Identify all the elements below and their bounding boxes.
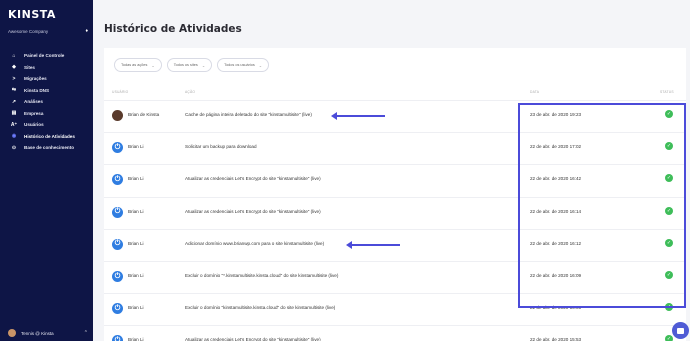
filters: Todas as ações ⌄ Todos os sites ⌄ Todos os u… [114,58,274,72]
brand[interactable]: KINSTA [8,8,56,21]
sidebar-item-dns[interactable]: ⇆ Kinsta DNS [0,85,93,97]
user-name: Tennis @ Kinsta [21,330,54,336]
action-text: Cache de página inteira deletado do site… [185,112,312,117]
power-icon: ⏻ [112,335,123,341]
user-name: Brian Li [128,208,144,214]
sidebar-item-activity[interactable]: ◉ Histórico de Atividades [0,131,93,143]
sidebar-item-label: Análises [24,99,43,105]
avatar [112,110,123,121]
sidebar-item-sites[interactable]: ◆ Sites [0,62,93,74]
action-text: Excluir o domínio "*.kinstamultisite.kin… [185,273,339,278]
kinsta-logo: KINSTA [8,8,56,21]
power-icon: ⏻ [112,271,123,282]
header-date: DATA [530,90,540,94]
caret-icon: ♦ [85,28,88,34]
power-icon: ⏻ [112,174,123,186]
date-text: 22 de abr. de 2020 15:53 [530,337,582,341]
sidebar-nav: ⌂ Painel de Controle ◆ Sites > Migrações ⇆ Kins… [0,50,93,154]
action-text: Excluir o domínio "kinstamultisite.kinst… [185,305,336,311]
chevron-down-icon: ⌄ [151,62,155,68]
user-name: Brian de Kinsta [128,112,160,117]
home-icon: ⌂ [12,52,16,59]
chevron-down-icon: ⌄ [201,62,206,68]
sidebar-item-label: Base de conhecimento [24,145,75,151]
sidebar-item-analytics[interactable]: ↗ Análises [0,96,93,108]
header-user: USUÁRIO [112,90,129,94]
chat-button[interactable] [672,322,689,339]
filter-dropdown[interactable]: Todos os usuários ⌄ [217,58,270,72]
user-name: Brian Li [128,144,144,150]
sidebar-item-label: Usuários [24,122,44,128]
power-icon: ⏻ [112,303,123,315]
user-name: Brian Li [128,305,144,311]
company-name: Awesome Company [8,28,49,34]
check-icon: ✓ [665,335,673,341]
filter-dropdown[interactable]: Todas as ações ⌄ [114,58,162,72]
arrow-left-icon [331,112,385,120]
user-name: Brian Li [128,176,144,182]
chat-icon [677,327,684,334]
sidebar-item-label: Empresa [24,110,44,116]
action-text: Atualizar as credenciais Let's Encrypt d… [185,337,321,341]
action-text: Solicitar um backup para download [185,144,257,150]
company-icon: ▤ [11,110,17,117]
company-switcher[interactable]: Awesome Company ♦ [8,28,88,34]
sidebar-item-users[interactable]: A⁺ Usuários [0,119,93,131]
header-status: STATUS [660,90,674,94]
sidebar-item-label: Kinsta DNS [24,87,50,93]
table-row[interactable]: ⏻ Brian Li Atualizar as credenciais Let's … [104,325,686,341]
sidebar-item-label: Histórico de Atividades [24,133,75,139]
sidebar-item-label: Migrações [24,76,47,82]
power-icon: ⏻ [112,238,123,250]
power-icon: ⏻ [112,206,123,218]
table-header: USUÁRIO AÇÃO DATA STATUS [104,90,686,98]
sidebar-item-knowledge[interactable]: ⊙ Base de conhecimento [0,142,93,154]
chevron-down-icon: ⌄ [258,62,263,68]
arrow-left-icon [346,240,400,249]
page-title: Histórico de Atividades [104,23,242,35]
dns-icon: ⇆ [11,87,17,94]
header-action: AÇÃO [185,90,196,94]
user-name: Brian Li [128,337,144,341]
sites-icon: ◆ [12,64,16,71]
knowledge-icon: ⊙ [11,144,17,151]
migration-icon: > [12,75,16,82]
sidebar-item-label: Sites [24,64,35,70]
avatar [8,329,16,337]
user-name: Brian Li [128,240,144,246]
sidebar-item-label: Painel de Controle [24,53,65,59]
sidebar-item-home[interactable]: ⌂ Painel de Controle [0,50,93,62]
chevron-up-icon: ⌃ [83,330,88,336]
filter-label: Todos os usuários [224,63,255,67]
user-name: Brian Li [128,273,144,278]
action-text: Adicionar domínio www.brianwp.com para o… [185,240,325,246]
activity-icon: ◉ [11,133,17,140]
analytics-icon: ↗ [11,98,17,105]
filter-label: Todos os sites [173,63,198,67]
filter-label: Todas as ações [121,63,148,67]
highlight-box [518,103,686,308]
filter-dropdown[interactable]: Todos os sites ⌄ [166,58,213,72]
action-text: Atualizar as credenciais Let's Encrypt d… [185,208,321,214]
sidebar: KINSTA Awesome Company ♦ ⌂ Painel de Cont… [0,0,93,341]
sidebar-item-migration[interactable]: > Migrações [0,73,93,85]
users-icon: A⁺ [10,121,18,128]
sidebar-item-company[interactable]: ▤ Empresa [0,108,93,120]
user-menu[interactable]: Tennis @ Kinsta ⌃ [8,329,88,337]
power-icon: ⏻ [112,142,123,154]
action-text: Atualizar as credenciais Let's Encrypt d… [185,176,321,182]
